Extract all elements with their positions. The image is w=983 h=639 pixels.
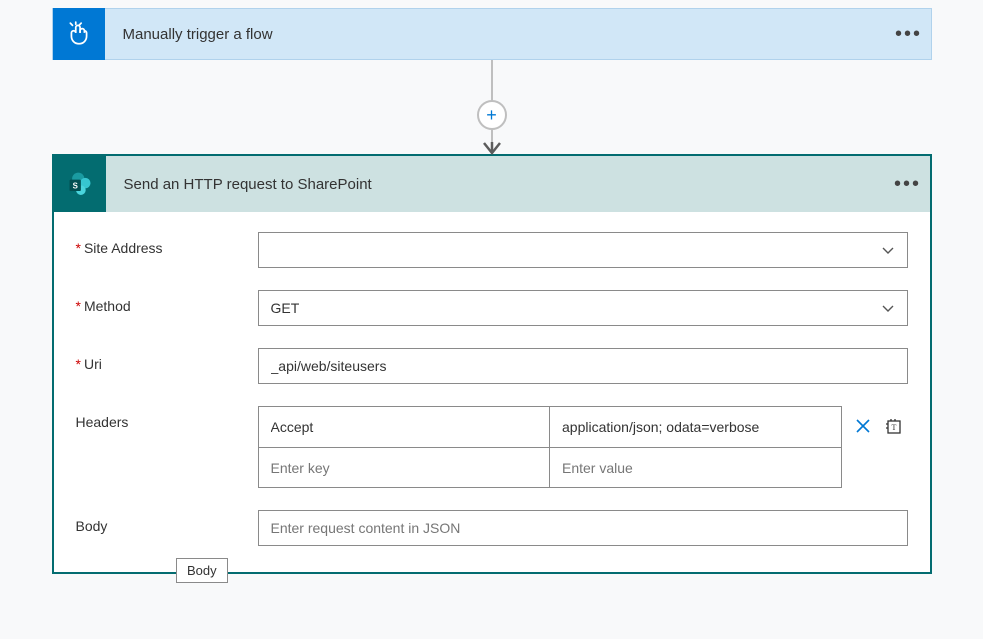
- sharepoint-icon: S: [54, 156, 106, 212]
- trigger-more-button[interactable]: •••: [887, 23, 931, 46]
- header-key-input[interactable]: [271, 460, 538, 476]
- action-header[interactable]: S Send an HTTP request to SharePoint •••: [54, 156, 930, 212]
- close-icon: [855, 418, 871, 434]
- flow-connector: +: [52, 60, 932, 154]
- header-row: [259, 447, 841, 487]
- body-input[interactable]: [258, 510, 908, 546]
- site-address-dropdown[interactable]: [258, 232, 908, 268]
- chevron-down-icon: [881, 301, 895, 315]
- body-label: Body: [76, 510, 258, 534]
- header-value-input[interactable]: [562, 460, 829, 476]
- add-step-button[interactable]: +: [477, 100, 507, 130]
- manual-trigger-icon: [53, 8, 105, 60]
- svg-text:S: S: [72, 181, 77, 190]
- header-value-input[interactable]: [562, 419, 829, 435]
- action-card: S Send an HTTP request to SharePoint •••…: [52, 154, 932, 574]
- header-row: [259, 407, 841, 447]
- body-tooltip: Body: [176, 558, 228, 583]
- action-title: Send an HTTP request to SharePoint: [106, 176, 886, 193]
- uri-label: *Uri: [76, 348, 258, 372]
- action-more-button[interactable]: •••: [886, 173, 930, 196]
- method-value: GET: [271, 300, 300, 316]
- arrow-down-icon: [483, 142, 501, 156]
- headers-label: Headers: [76, 406, 258, 430]
- headers-grid: [258, 406, 842, 488]
- trigger-title: Manually trigger a flow: [105, 26, 887, 43]
- delete-header-button[interactable]: [852, 415, 874, 437]
- svg-text:T: T: [891, 423, 896, 432]
- header-key-input[interactable]: [271, 419, 538, 435]
- text-mode-icon: T: [884, 417, 902, 435]
- method-label: *Method: [76, 290, 258, 314]
- chevron-down-icon: [881, 243, 895, 257]
- switch-to-text-mode-button[interactable]: T: [882, 415, 904, 437]
- trigger-card[interactable]: Manually trigger a flow •••: [52, 8, 932, 60]
- site-address-label: *Site Address: [76, 232, 258, 256]
- method-dropdown[interactable]: GET: [258, 290, 908, 326]
- uri-input[interactable]: [258, 348, 908, 384]
